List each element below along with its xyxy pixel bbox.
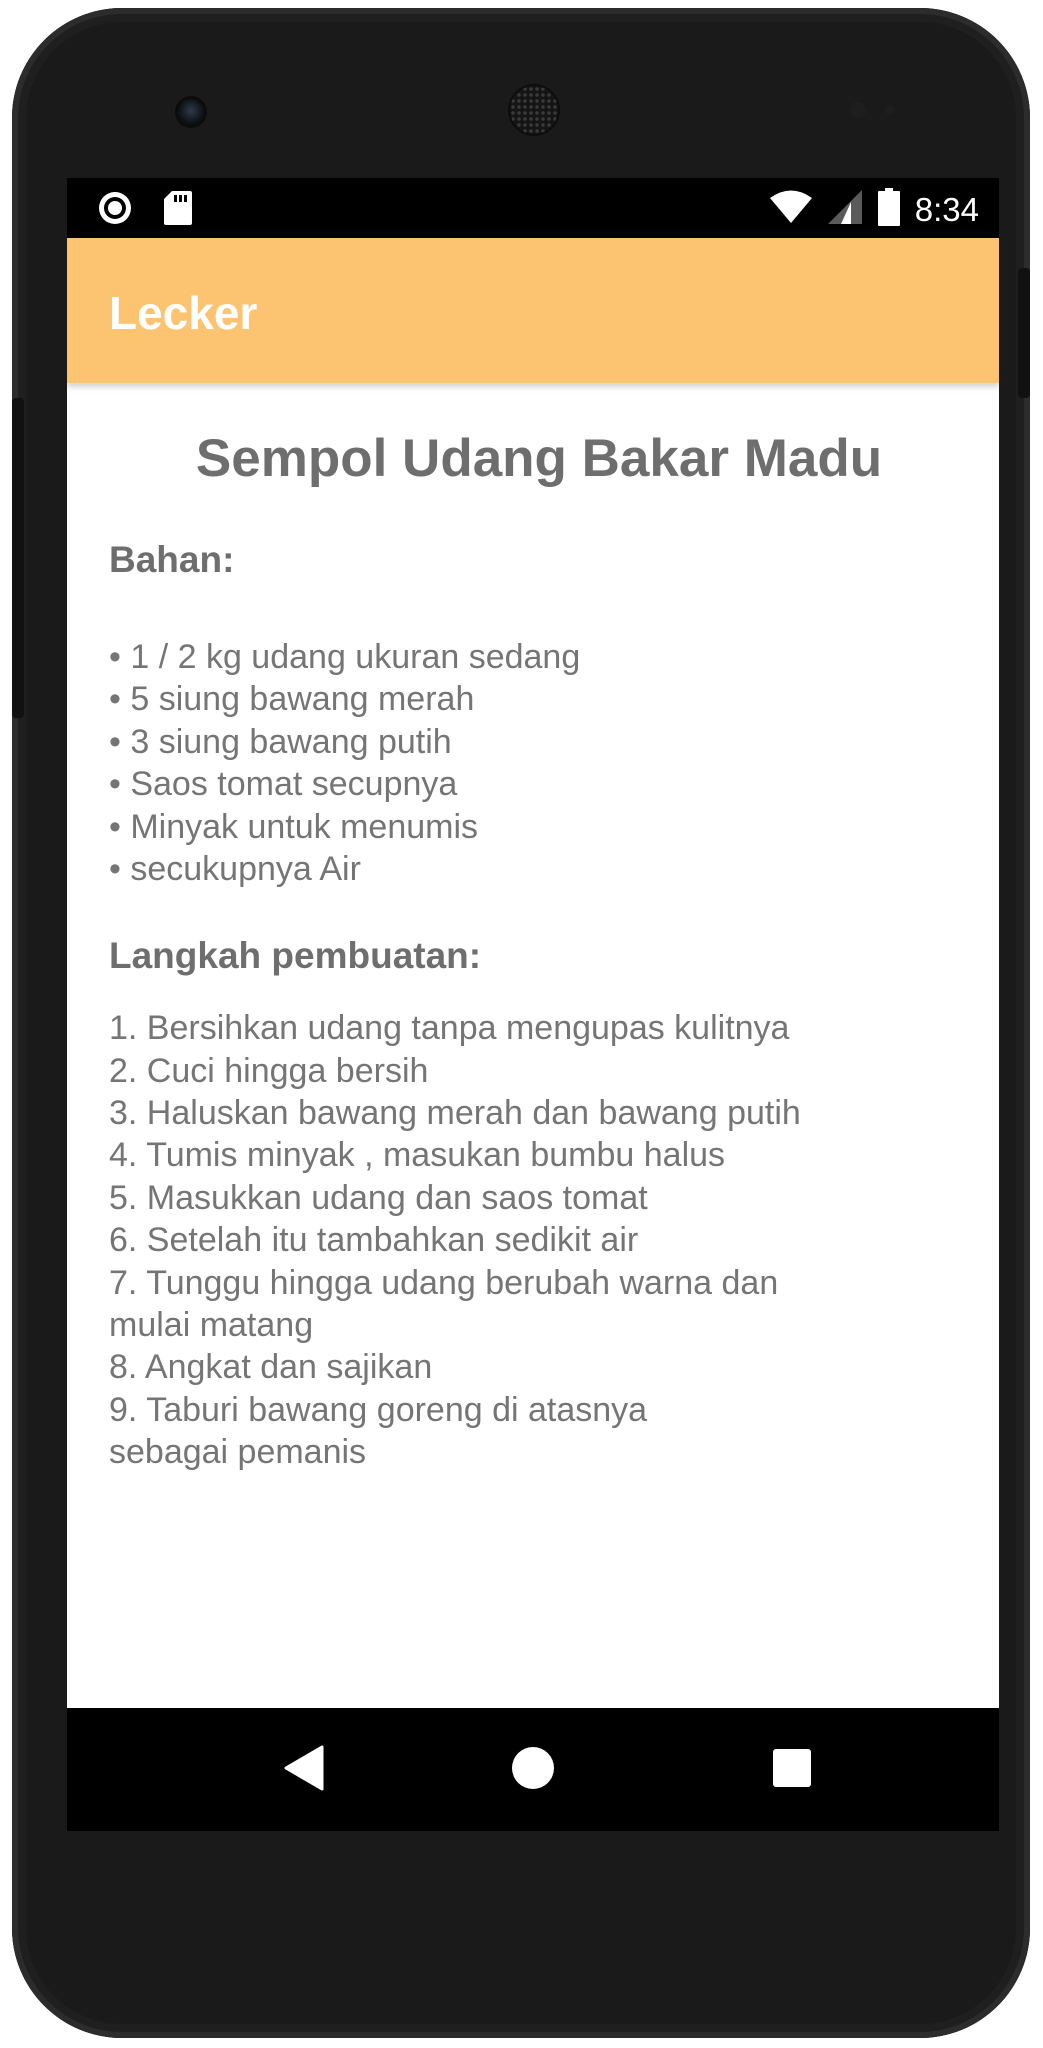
power-button xyxy=(1018,268,1030,398)
list-item: • Minyak untuk menumis xyxy=(109,807,479,846)
list-item: • secukupnya Air xyxy=(109,850,361,889)
back-button[interactable] xyxy=(272,1738,336,1802)
sd-card-icon xyxy=(163,190,193,231)
volume-button xyxy=(12,398,24,718)
steps-list: 1. Bersihkan udang tanpa mengupas kulitn… xyxy=(109,1007,969,1473)
list-item: • 1 / 2 kg udang ukuran sedang xyxy=(109,637,581,676)
list-item: 9. Taburi bawang goreng di atasnya xyxy=(109,1390,648,1429)
home-button[interactable] xyxy=(501,1738,565,1802)
status-time: 8:34 xyxy=(914,190,979,228)
list-item: 1. Bersihkan udang tanpa mengupas kulitn… xyxy=(109,1009,790,1048)
front-camera xyxy=(178,99,204,125)
recipe-content: Sempol Udang Bakar Madu Bahan: • 1 / 2 k… xyxy=(109,383,969,1474)
list-item: 6. Setelah itu tambahkan sedikit air xyxy=(109,1221,639,1260)
record-icon xyxy=(97,190,133,231)
list-item: 3. Haluskan bawang merah dan bawang puti… xyxy=(109,1093,801,1132)
list-item: 5. Masukkan udang dan saos tomat xyxy=(109,1178,648,1217)
wifi-icon xyxy=(769,189,813,230)
battery-icon xyxy=(877,188,901,231)
proximity-sensor xyxy=(850,102,866,118)
ingredients-heading: Bahan: xyxy=(109,539,235,581)
app-title: Lecker xyxy=(109,287,258,339)
list-item: • Saos tomat secupnya xyxy=(109,765,458,804)
earpiece-speaker xyxy=(510,86,558,134)
list-item: 4. Tumis minyak , masukan bumbu halus xyxy=(109,1136,726,1175)
app-bar: Lecker xyxy=(67,238,999,383)
phone-frame: 8:34 Lecker Sempol Udang Bakar Madu Baha… xyxy=(12,8,1030,2038)
cellular-signal-icon xyxy=(827,189,863,230)
recents-icon xyxy=(772,1748,812,1793)
recents-button[interactable] xyxy=(760,1738,824,1802)
list-item: mulai matang xyxy=(109,1305,314,1344)
home-icon xyxy=(511,1746,555,1795)
recipe-title: Sempol Udang Bakar Madu xyxy=(195,429,883,488)
list-item: 8. Angkat dan sajikan xyxy=(109,1348,433,1387)
light-sensor xyxy=(885,105,895,115)
steps-heading: Langkah pembuatan: xyxy=(109,935,482,977)
list-item: 2. Cuci hingga bersih xyxy=(109,1051,429,1090)
navigation-bar xyxy=(67,1708,999,1831)
list-item: 7. Tunggu hingga udang berubah warna dan xyxy=(109,1263,779,1302)
back-icon xyxy=(283,1745,325,1796)
list-item: sebagai pemanis xyxy=(109,1433,367,1472)
screen: 8:34 Lecker Sempol Udang Bakar Madu Baha… xyxy=(67,178,999,1831)
list-item: • 5 siung bawang merah xyxy=(109,680,475,719)
list-item: • 3 siung bawang putih xyxy=(109,722,452,761)
ingredients-list: • 1 / 2 kg udang ukuran sedang • 5 siung… xyxy=(109,636,969,890)
status-bar: 8:34 xyxy=(67,178,999,238)
